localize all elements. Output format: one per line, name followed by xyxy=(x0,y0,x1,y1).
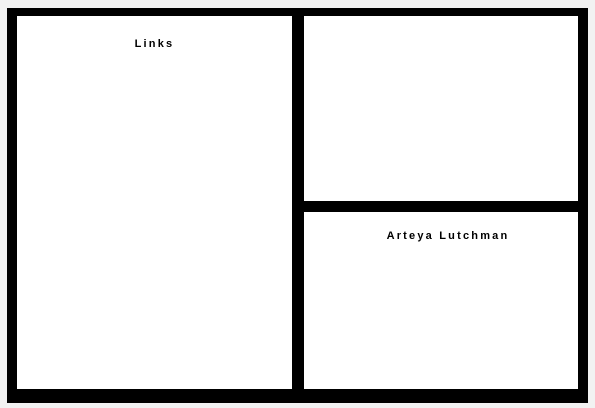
links-panel: Links xyxy=(17,16,292,389)
panel-frame: Links Arteya Lutchman xyxy=(7,8,588,403)
links-panel-title: Links xyxy=(134,38,175,50)
top-right-panel xyxy=(304,16,578,201)
profile-panel: Arteya Lutchman xyxy=(304,212,578,389)
profile-panel-title: Arteya Lutchman xyxy=(386,230,510,242)
